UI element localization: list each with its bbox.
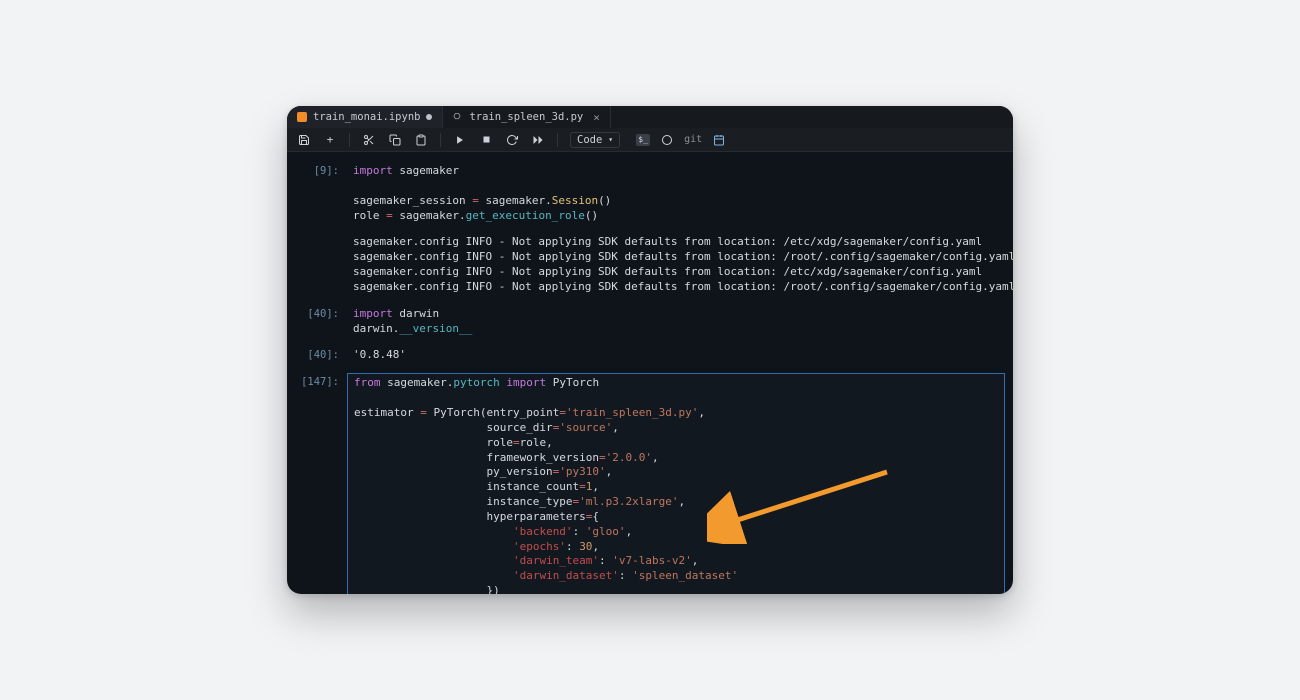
notebook-icon [297,112,307,122]
python-icon: ⎔ [453,112,463,122]
tab-label: train_spleen_3d.py [469,111,583,123]
restart-button[interactable] [505,133,519,147]
modified-indicator-icon [426,114,432,120]
cut-button[interactable] [362,133,376,147]
code-cell[interactable]: [9]: import sagemaker sagemaker_session … [295,162,1005,229]
output-prompt: [40]: [295,346,347,369]
output-cell: sagemaker.config INFO - Not applying SDK… [295,233,1005,300]
code-cell-active[interactable]: [147]: from sagemaker.pytorch import PyT… [295,373,1005,594]
output-content: '0.8.48' [347,346,1005,369]
code-content[interactable]: import darwin darwin.__version__ [347,305,1005,343]
editor-tabs: train_monai.ipynb ⎔ train_spleen_3d.py × [287,106,1013,128]
notebook-toolbar: + Code ▾ $_ [287,128,1013,152]
cell-prompt: [40]: [295,305,347,343]
notebook-body[interactable]: [9]: import sagemaker sagemaker_session … [287,152,1013,594]
cell-type-label: Code [577,134,602,146]
tab-notebook[interactable]: train_monai.ipynb [287,106,443,128]
stop-button[interactable] [479,133,493,147]
kernel-status-icon[interactable] [660,133,674,147]
output-cell: [40]: '0.8.48' [295,346,1005,369]
code-cell[interactable]: [40]: import darwin darwin.__version__ [295,305,1005,343]
code-content[interactable]: import sagemaker sagemaker_session = sag… [347,162,1005,229]
code-content[interactable]: from sagemaker.pytorch import PyTorch es… [347,373,1005,594]
git-label: git [684,134,702,145]
jupyter-window: train_monai.ipynb ⎔ train_spleen_3d.py ×… [287,106,1013,594]
tab-label: train_monai.ipynb [313,111,420,123]
run-all-button[interactable] [531,133,545,147]
output-content: sagemaker.config INFO - Not applying SDK… [347,233,1013,300]
chevron-down-icon: ▾ [608,135,613,144]
add-cell-button[interactable]: + [323,133,337,147]
paste-button[interactable] [414,133,428,147]
save-button[interactable] [297,133,311,147]
tab-python-file[interactable]: ⎔ train_spleen_3d.py × [443,106,610,128]
extension-icon[interactable] [712,133,726,147]
cell-prompt: [147]: [295,373,347,594]
copy-button[interactable] [388,133,402,147]
run-button[interactable] [453,133,467,147]
cell-prompt: [9]: [295,162,347,229]
close-icon[interactable]: × [593,111,600,124]
command-palette-button[interactable]: $_ [636,134,650,146]
cell-type-select[interactable]: Code ▾ [570,132,620,148]
